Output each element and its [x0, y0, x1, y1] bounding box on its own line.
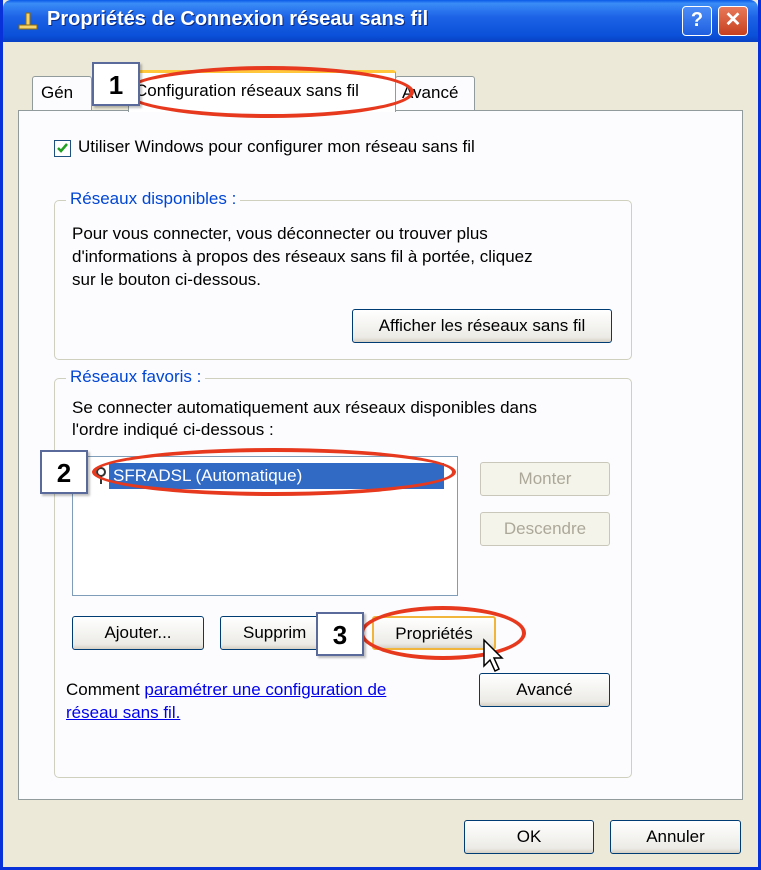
- network-connection-icon: [18, 12, 38, 30]
- title-bar[interactable]: Propriétés de Connexion réseau sans fil …: [3, 0, 758, 42]
- network-item-sfradsl[interactable]: SFRADSL (Automatique): [109, 463, 444, 489]
- properties-button[interactable]: Propriétés: [372, 616, 496, 650]
- use-windows-checkbox[interactable]: [54, 140, 71, 157]
- help-link-line-2[interactable]: réseau sans fil.: [66, 703, 180, 723]
- step-marker-1: 1: [92, 62, 140, 106]
- ok-button[interactable]: OK: [464, 820, 594, 854]
- wireless-network-icon: [96, 467, 106, 484]
- window-title: Propriétés de Connexion réseau sans fil: [47, 8, 429, 30]
- advanced-button[interactable]: Avancé: [479, 673, 610, 707]
- help-text: Comment paramétrer une configuration de: [66, 680, 386, 700]
- add-button[interactable]: Ajouter...: [72, 616, 204, 650]
- available-text-line-2: d'informations à propos des réseaux sans…: [72, 247, 533, 266]
- favorite-networks-legend: Réseaux favoris :: [66, 367, 206, 387]
- mouse-cursor-icon: [483, 638, 504, 673]
- help-link-line-1[interactable]: paramétrer une configuration de: [144, 680, 386, 699]
- show-networks-button[interactable]: Afficher les réseaux sans fil: [352, 309, 612, 343]
- cancel-button[interactable]: Annuler: [610, 820, 741, 854]
- use-windows-label: Utiliser Windows pour configurer mon rés…: [78, 137, 475, 156]
- help-prefix: Comment: [66, 680, 145, 699]
- move-down-button[interactable]: Descendre: [480, 512, 610, 546]
- tab-wireless-config[interactable]: Configuration réseaux sans fil: [128, 70, 396, 112]
- checkmark-icon: [57, 143, 68, 153]
- favorites-text-line-2: l'ordre indiqué ci-dessous :: [72, 420, 274, 439]
- available-networks-legend: Réseaux disponibles :: [66, 189, 241, 209]
- tab-advanced[interactable]: Avancé: [395, 76, 475, 110]
- help-button[interactable]: ?: [682, 6, 712, 36]
- available-text-line-3: sur le bouton ci-dessous.: [72, 270, 261, 289]
- close-button[interactable]: ✕: [718, 6, 748, 36]
- tab-general[interactable]: Gén: [32, 76, 92, 110]
- step-marker-3: 3: [316, 612, 364, 656]
- move-up-button[interactable]: Monter: [480, 462, 610, 496]
- available-text-line-1: Pour vous connecter, vous déconnecter ou…: [72, 224, 488, 243]
- favorites-text-line-1: Se connecter automatiquement aux réseaux…: [72, 398, 537, 417]
- favorite-networks-list[interactable]: SFRADSL (Automatique): [72, 456, 458, 596]
- step-marker-2: 2: [40, 450, 88, 494]
